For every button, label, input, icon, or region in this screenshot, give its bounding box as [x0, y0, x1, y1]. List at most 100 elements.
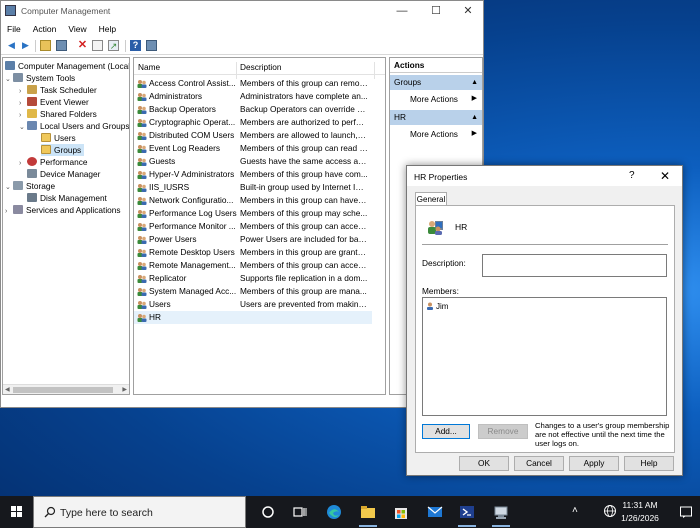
group-description-cell: Members of this group are mana...: [240, 286, 367, 296]
scrollbar-thumb[interactable]: [13, 387, 113, 393]
tree-node-task-scheduler[interactable]: › Task Scheduler: [19, 84, 97, 96]
tree-node-shared-folders[interactable]: › Shared Folders: [19, 108, 97, 120]
export-list-icon[interactable]: ↗: [108, 40, 119, 51]
expand-chevron-icon[interactable]: ›: [5, 206, 13, 218]
menu-view[interactable]: View: [62, 21, 92, 37]
system-clock[interactable]: 11:31 AM 1/26/2026: [610, 499, 670, 525]
properties-icon[interactable]: [92, 40, 103, 51]
show-hidden-icons-chevron-icon[interactable]: ˄: [572, 505, 578, 528]
help-icon[interactable]: ?: [629, 170, 635, 181]
description-field[interactable]: [482, 254, 667, 277]
table-row[interactable]: Backup Operators Backup Operators can ove…: [134, 103, 385, 116]
taskbar-search-box[interactable]: Type here to search: [33, 496, 246, 528]
group-name-cell: Access Control Assist...: [149, 78, 236, 88]
table-row[interactable]: Remote Management... Members of this grou…: [134, 259, 385, 272]
delete-icon[interactable]: ✕: [77, 40, 88, 51]
menu-file[interactable]: File: [1, 21, 27, 37]
table-row[interactable]: Hyper-V Administrators Members of this gr…: [134, 168, 385, 181]
remove-button[interactable]: Remove: [478, 424, 528, 439]
minimize-button[interactable]: —: [385, 1, 419, 21]
table-row[interactable]: Access Control Assist... Members of this …: [134, 77, 385, 90]
table-row[interactable]: System Managed Acc... Members of this gro…: [134, 285, 385, 298]
table-row[interactable]: HR: [134, 311, 372, 324]
submenu-arrow-icon: ▶: [471, 130, 477, 137]
collapse-chevron-icon[interactable]: ⌄: [19, 122, 27, 134]
table-row[interactable]: Event Log Readers Members of this group c…: [134, 142, 385, 155]
notification-icon[interactable]: [679, 505, 693, 519]
menu-help[interactable]: Help: [93, 21, 122, 37]
table-row[interactable]: Users Users are prevented from making ...: [134, 298, 385, 311]
back-arrow-icon[interactable]: ◀: [6, 40, 17, 51]
cancel-button[interactable]: Cancel: [514, 456, 564, 471]
more-actions-hr[interactable]: More Actions ▶: [390, 125, 482, 143]
dialog-title-bar[interactable]: HR Properties ? ✕: [407, 166, 682, 186]
table-row[interactable]: Cryptographic Operat... Members are autho…: [134, 116, 385, 129]
cortana-icon[interactable]: [253, 496, 283, 528]
tree-node-device-manager[interactable]: Device Manager: [27, 168, 100, 180]
table-row[interactable]: Performance Log Users Members of this gro…: [134, 207, 385, 220]
actions-section-groups[interactable]: Groups ▲: [390, 75, 482, 90]
task-view-icon[interactable]: [285, 496, 315, 528]
members-list[interactable]: Jim: [422, 297, 667, 416]
close-icon[interactable]: ✕: [660, 169, 670, 183]
tree-node-services-and-applications[interactable]: › Services and Applications: [5, 204, 121, 216]
table-row[interactable]: Power Users Power Users are included for …: [134, 233, 385, 246]
tree-node-users[interactable]: Users: [41, 132, 76, 144]
collapse-chevron-icon[interactable]: ⌄: [5, 182, 13, 194]
table-row[interactable]: Replicator Supports file replication in a…: [134, 272, 385, 285]
apply-button[interactable]: Apply: [569, 456, 619, 471]
close-button[interactable]: ✕: [451, 1, 485, 21]
more-actions-groups[interactable]: More Actions ▶: [390, 90, 482, 108]
show-hide-tree-icon[interactable]: [56, 40, 67, 51]
tree-node-performance[interactable]: › Performance: [19, 156, 88, 168]
scroll-right-icon[interactable]: ▶: [122, 386, 127, 393]
tab-general[interactable]: General: [415, 192, 447, 206]
file-explorer-icon[interactable]: [353, 496, 383, 528]
table-row[interactable]: Remote Desktop Users Members in this grou…: [134, 246, 385, 259]
computer-management-taskbar-icon[interactable]: [486, 496, 516, 528]
tree-node-groups[interactable]: Groups: [41, 144, 85, 156]
actions-section-hr[interactable]: HR ▲: [390, 110, 482, 125]
table-row[interactable]: Performance Monitor ... Members of this g…: [134, 220, 385, 233]
group-icon: [137, 197, 147, 205]
collapse-up-icon[interactable]: ▲: [471, 110, 478, 125]
add-button[interactable]: Add...: [422, 424, 470, 439]
help-icon[interactable]: ?: [130, 40, 141, 51]
running-indicator: [492, 525, 510, 527]
column-header-name[interactable]: Name: [138, 62, 160, 72]
collapse-up-icon[interactable]: ▲: [471, 75, 478, 90]
table-row[interactable]: Guests Guests have the same access as m..…: [134, 155, 385, 168]
table-row[interactable]: IIS_IUSRS Built-in group used by Internet…: [134, 181, 385, 194]
table-row[interactable]: Network Configuratio... Members in this g…: [134, 194, 385, 207]
show-hide-action-pane-icon[interactable]: [146, 40, 157, 51]
help-button[interactable]: Help: [624, 456, 674, 471]
forward-arrow-icon[interactable]: ▶: [20, 40, 31, 51]
table-row[interactable]: Administrators Administrators have comple…: [134, 90, 385, 103]
folder-icon: [41, 145, 51, 154]
ok-button[interactable]: OK: [459, 456, 509, 471]
table-row[interactable]: Distributed COM Users Members are allowed…: [134, 129, 385, 142]
tree-node-local-users-and-groups[interactable]: ⌄ Local Users and Groups: [19, 120, 129, 132]
collapse-chevron-icon[interactable]: ⌄: [5, 74, 13, 86]
title-bar[interactable]: Computer Management — ☐ ✕: [1, 1, 483, 21]
maximize-button[interactable]: ☐: [419, 1, 453, 21]
microsoft-store-icon[interactable]: [386, 496, 416, 528]
edge-browser-icon[interactable]: [319, 496, 349, 528]
start-button[interactable]: [0, 496, 32, 528]
member-item[interactable]: Jim: [426, 301, 448, 312]
menu-action[interactable]: Action: [27, 21, 63, 37]
group-description-cell: Members of this group have com...: [240, 169, 368, 179]
column-header-description[interactable]: Description: [240, 62, 282, 72]
scroll-left-icon[interactable]: ◀: [5, 386, 10, 393]
tree-node-disk-management[interactable]: Disk Management: [27, 192, 107, 204]
tree-node-event-viewer[interactable]: › Event Viewer: [19, 96, 89, 108]
up-folder-icon[interactable]: [40, 40, 51, 51]
tree-horizontal-scrollbar[interactable]: ◀ ▶: [3, 384, 129, 394]
mail-icon[interactable]: [420, 496, 450, 528]
powershell-icon[interactable]: [452, 496, 482, 528]
tree-node-system-tools[interactable]: ⌄ System Tools: [5, 72, 75, 84]
expand-chevron-icon[interactable]: ›: [19, 158, 27, 170]
tree-node-computer-management[interactable]: Computer Management (Local: [5, 60, 129, 72]
tree-node-storage[interactable]: ⌄ Storage: [5, 180, 55, 192]
group-icon: [137, 132, 147, 140]
